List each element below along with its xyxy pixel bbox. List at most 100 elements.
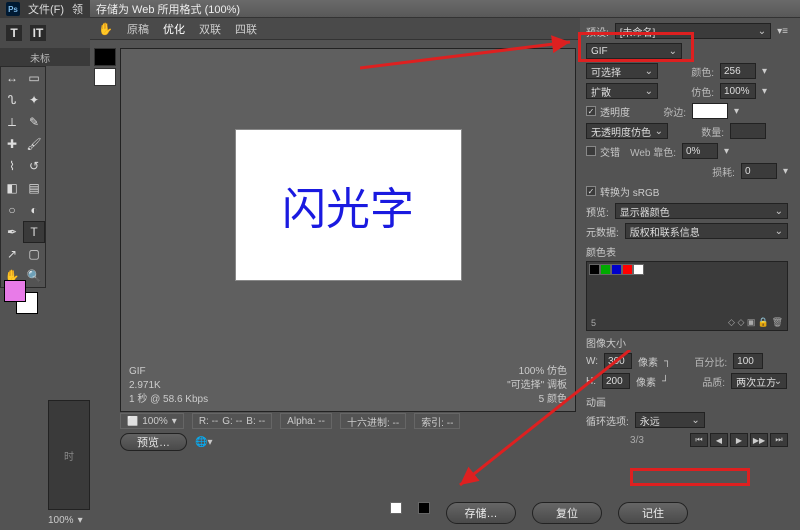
- tool-swatches: [94, 48, 116, 86]
- ct-swatch[interactable]: [589, 264, 600, 275]
- matte-label: 杂边:: [636, 104, 686, 119]
- menu-file[interactable]: 文件(F): [28, 1, 64, 17]
- menu-other[interactable]: 领: [72, 1, 83, 17]
- lasso-tool-icon[interactable]: ᔐ: [1, 89, 23, 111]
- options-bar: T IT: [0, 18, 90, 48]
- pen-tool-icon[interactable]: ✒: [1, 221, 23, 243]
- algo-select[interactable]: 可选择: [586, 63, 658, 79]
- amount-input: [730, 123, 766, 139]
- eraser-tool-icon[interactable]: ◧: [1, 177, 23, 199]
- history-brush-tool-icon[interactable]: ↺: [23, 155, 45, 177]
- white-swatch-icon[interactable]: [390, 502, 402, 514]
- percent-label: 百分比:: [677, 354, 727, 369]
- preset-select[interactable]: [未命名]: [615, 23, 771, 39]
- preview-pane: ✋ 原稿 优化 双联 四联 闪光字 GIF 2.971K 1 秒 @ 58.6 …: [90, 18, 580, 492]
- marquee-tool-icon[interactable]: ▭: [23, 67, 45, 89]
- swap-icon[interactable]: IT: [30, 25, 46, 41]
- format-select[interactable]: GIF: [586, 43, 682, 59]
- quality-label: 品质:: [675, 374, 725, 389]
- w-input[interactable]: 300: [604, 353, 632, 369]
- wand-tool-icon[interactable]: ✦: [23, 89, 45, 111]
- color-swatches[interactable]: [4, 280, 44, 320]
- type-tool-icon[interactable]: T: [23, 221, 45, 243]
- ct-count: 5: [591, 318, 596, 328]
- percent-input[interactable]: 100: [733, 353, 763, 369]
- ct-actions[interactable]: ◇ ◇ ▣ 🔒 🗑: [728, 317, 783, 328]
- dialog-title: 存储为 Web 所用格式 (100%): [90, 0, 800, 18]
- colors-input[interactable]: 256: [720, 63, 756, 79]
- dither-input[interactable]: 100%: [720, 83, 756, 99]
- fg-swatch-icon[interactable]: [94, 48, 116, 66]
- zoom-level[interactable]: ⬜100%▾: [120, 413, 184, 429]
- eyedropper-tool-icon[interactable]: ✎: [23, 111, 45, 133]
- preview-status: ⬜100%▾ R: --G: --B: -- Alpha: -- 十六进制: -…: [120, 412, 576, 430]
- tab-4up[interactable]: 四联: [235, 21, 257, 37]
- srgb-checkbox[interactable]: ✓转换为 sRGB: [586, 184, 659, 199]
- menu-icon[interactable]: ▾≡: [777, 26, 788, 37]
- ct-swatch[interactable]: [600, 264, 611, 275]
- black-swatch-icon[interactable]: [418, 502, 430, 514]
- color-table[interactable]: 5 ◇ ◇ ▣ 🔒 🗑: [586, 261, 788, 331]
- ct-swatch[interactable]: [611, 264, 622, 275]
- panel-fragment: 时: [48, 400, 90, 510]
- ct-swatch-row: [587, 262, 787, 277]
- brush-tool-icon[interactable]: 🖌: [23, 133, 45, 155]
- matte-swatch[interactable]: [692, 103, 728, 119]
- preview-mode-select[interactable]: 显示器颜色: [615, 203, 788, 219]
- h-input[interactable]: 200: [602, 373, 630, 389]
- document-canvas: 闪光字: [236, 130, 461, 280]
- tab-2up[interactable]: 双联: [199, 21, 221, 37]
- reset-button[interactable]: 复位: [532, 502, 602, 524]
- rgb-readout: R: --G: --B: --: [192, 413, 272, 429]
- play-button[interactable]: ▶: [730, 433, 748, 447]
- imagesize-title: 图像大小: [586, 335, 788, 350]
- dither-label: 仿色:: [664, 84, 714, 99]
- ct-swatch[interactable]: [633, 264, 644, 275]
- bg-swatch-icon[interactable]: [94, 68, 116, 86]
- save-button[interactable]: 存储…: [446, 502, 516, 524]
- dither-select[interactable]: 扩散: [586, 83, 658, 99]
- hand-icon[interactable]: ✋: [98, 22, 113, 36]
- preview-mode-label: 预览:: [586, 204, 609, 219]
- hex-readout: 十六进制: --: [340, 413, 406, 429]
- loop-select[interactable]: 永远: [635, 412, 705, 428]
- remember-button[interactable]: 记住: [618, 502, 688, 524]
- prev-frame-button[interactable]: ◀: [710, 433, 728, 447]
- unit-label: 像素: [638, 354, 658, 369]
- quality-select[interactable]: 两次立方: [731, 373, 787, 389]
- ct-swatch[interactable]: [622, 264, 633, 275]
- lossy-input[interactable]: 0: [741, 163, 777, 179]
- toolbox: ↔ ▭ ᔐ ✦ ⟂ ✎ ✚ 🖌 ⌇ ↺ ◧ ▤ ○ ◐ ✒ T ↗ ▢ ✋ 🔍: [0, 66, 46, 288]
- shape-tool-icon[interactable]: ▢: [23, 243, 45, 265]
- w-label: W:: [586, 356, 598, 367]
- meta-label: 元数据:: [586, 224, 619, 239]
- colors-label: 颜色:: [664, 64, 714, 79]
- foreground-swatch[interactable]: [4, 280, 26, 302]
- trans-dither-select[interactable]: 无透明度仿色: [586, 123, 668, 139]
- crop-tool-icon[interactable]: ⟂: [1, 111, 23, 133]
- browser-icon[interactable]: 🌐▾: [195, 437, 212, 448]
- last-frame-button[interactable]: ⏭: [770, 433, 788, 447]
- dodge-tool-icon[interactable]: ◐: [23, 199, 45, 221]
- meta-select[interactable]: 版权和联系信息: [625, 223, 788, 239]
- path-tool-icon[interactable]: ↗: [1, 243, 23, 265]
- preview-button[interactable]: 预览…: [120, 433, 187, 451]
- first-frame-button[interactable]: ⏮: [690, 433, 708, 447]
- gradient-tool-icon[interactable]: ▤: [23, 177, 45, 199]
- alpha-readout: Alpha: --: [280, 413, 332, 429]
- type-tool-icon[interactable]: T: [6, 25, 22, 41]
- move-tool-icon[interactable]: ↔: [1, 67, 23, 89]
- blur-tool-icon[interactable]: ○: [1, 199, 23, 221]
- canvas-viewport[interactable]: 闪光字 GIF 2.971K 1 秒 @ 58.6 Kbps 100% 仿色 "…: [120, 48, 576, 412]
- interlace-checkbox[interactable]: 交错: [586, 144, 620, 159]
- next-frame-button[interactable]: ▶▶: [750, 433, 768, 447]
- heal-tool-icon[interactable]: ✚: [1, 133, 23, 155]
- unit-label: 像素: [636, 374, 656, 389]
- settings-panel: 预设: [未命名] ▾≡ GIF 可选择 颜色: 256▾ 扩散 仿色: 100…: [580, 18, 794, 524]
- stamp-tool-icon[interactable]: ⌇: [1, 155, 23, 177]
- websnap-input[interactable]: 0%: [682, 143, 718, 159]
- doc-tab[interactable]: 未标: [0, 48, 90, 66]
- tab-original[interactable]: 原稿: [127, 21, 149, 37]
- transparency-checkbox[interactable]: ✓透明度: [586, 104, 630, 119]
- tab-optimized[interactable]: 优化: [163, 21, 185, 37]
